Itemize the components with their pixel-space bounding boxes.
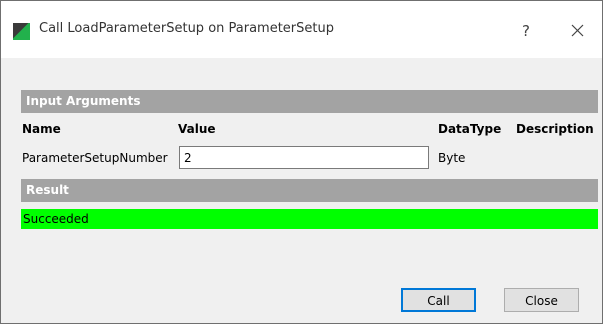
argument-name: ParameterSetupNumber <box>22 151 168 165</box>
close-button[interactable]: Close <box>504 288 579 312</box>
window-title: Call LoadParameterSetup on ParameterSetu… <box>39 21 334 36</box>
dialog-window: Call LoadParameterSetup on ParameterSetu… <box>0 0 603 324</box>
call-button[interactable]: Call <box>401 288 476 312</box>
title-bar: Call LoadParameterSetup on ParameterSetu… <box>1 1 602 58</box>
input-arguments-header: Input Arguments <box>21 90 598 113</box>
column-header-name: Name <box>22 122 61 136</box>
result-status: Succeeded <box>21 209 598 229</box>
help-button[interactable]: ? <box>512 17 540 45</box>
column-header-description: Description <box>516 122 594 136</box>
column-header-datatype: DataType <box>438 122 502 136</box>
argument-datatype: Byte <box>438 151 466 165</box>
column-header-value: Value <box>178 122 216 136</box>
argument-value-input[interactable] <box>179 146 429 169</box>
close-window-button[interactable] <box>561 15 593 45</box>
app-icon <box>13 23 30 40</box>
close-icon <box>571 24 584 37</box>
result-header: Result <box>21 179 598 202</box>
